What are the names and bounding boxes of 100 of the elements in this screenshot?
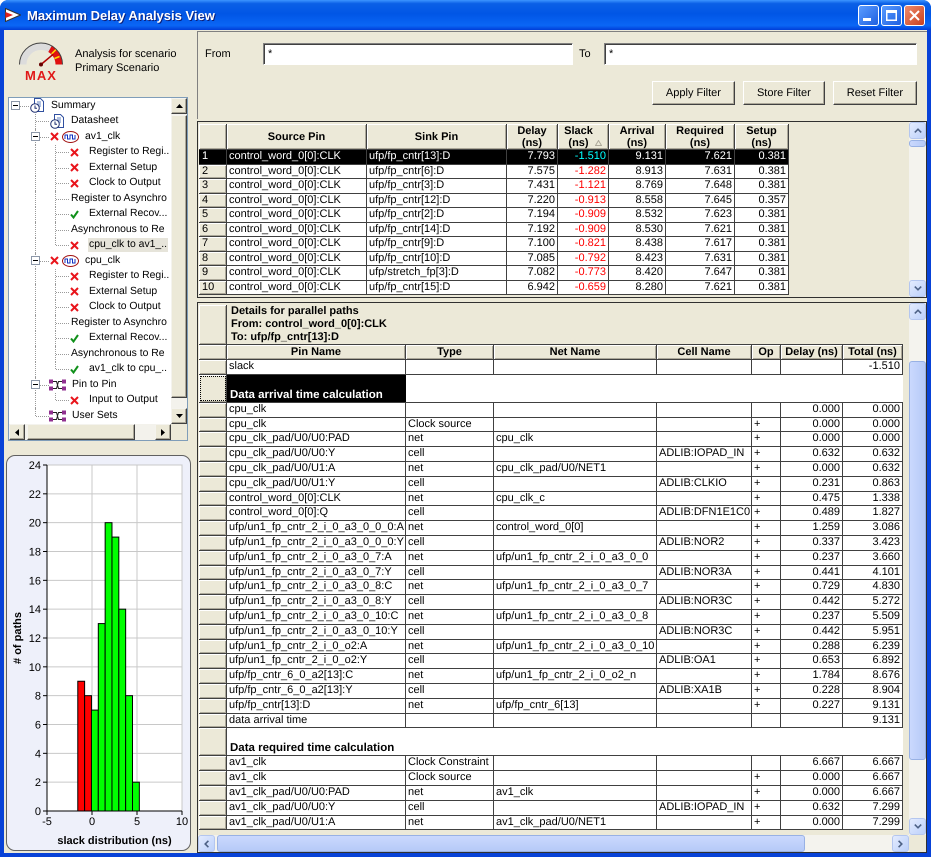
column-header[interactable]: Cell Name [657,345,752,359]
filter-button[interactable]: Store Filter [742,81,825,105]
row-header[interactable]: 6 [199,222,227,236]
tree-item[interactable]: Register to Asynchro [70,192,168,206]
table-row[interactable]: slack -1.510 [199,360,903,375]
row-header[interactable]: 5 [199,208,227,222]
vertical-scrollbar[interactable] [909,122,926,297]
collapse-icon[interactable] [31,380,40,390]
to-field[interactable]: * [604,43,917,65]
table-row[interactable]: ufp/un1_fp_cntr_2_i_0_a3_0_7:Y cell ADLIB:NOR3A + 0.441 4.101 [199,566,903,580]
tree-item[interactable]: Clock to Output [88,176,162,190]
table-row[interactable]: 3 control_word_0[0]:CLK ufp/fp_cntr[3]:D 7.431 -1.121 8.769 7.648 0.381 [199,179,789,194]
table-row[interactable]: ufp/un1_fp_cntr_2_i_0_a3_0_0_0:A net control_word_0[0] + 1.259 3.086 [199,521,903,536]
row-header[interactable] [199,402,227,417]
scrollbar-thumb[interactable] [909,140,926,147]
table-row[interactable]: cpu_clk 0.000 0.000 [199,402,903,418]
tree-item[interactable]: Input to Output [88,393,159,408]
row-header[interactable]: 7 [199,237,227,250]
row-header[interactable] [199,305,227,344]
table-row[interactable]: ufp/un1_fp_cntr_2_i_0_a3_0_8:Y cell ADLIB:NOR3C + 0.442 5.272 [199,595,903,610]
close-button[interactable] [904,4,925,26]
tree-item[interactable]: cpu_clk [84,254,122,268]
table-row[interactable]: ufp/un1_fp_cntr_2_i_0_a3_0_8:C net ufp/un1_fp_cntr_2_i_0_a3_0_7 + 0.729 4.830 [199,580,903,596]
row-header[interactable] [199,669,227,683]
table-row[interactable]: 1 control_word_0[0]:CLK ufp/fp_cntr[13]:D 7.793 -1.510 9.131 7.621 0.381 [199,150,789,164]
table-row[interactable]: ufp/un1_fp_cntr_2_i_0_a3_0_10:C net ufp/un1_fp_cntr_2_i_0_a3_0_8 + 0.237 5.509 [199,610,903,625]
tree-item[interactable]: External Recov... [88,207,168,222]
column-header[interactable]: Type [406,345,494,359]
column-header[interactable]: Delay (ns) [507,124,558,149]
row-header[interactable] [199,610,227,624]
table-row[interactable]: ufp/fp_cntr[13]:D net ufp/fp_cntr_6[13] + 0.227 9.131 [199,698,903,714]
column-header[interactable]: Source Pin [227,124,367,149]
tree-item[interactable]: Register to Regi.. [88,269,170,284]
column-header[interactable]: Arrival (ns) [609,124,666,149]
column-header[interactable]: Total (ns) [843,345,903,359]
tree-item[interactable]: External Setup [88,160,158,175]
table-row[interactable]: Data arrival time calculation [199,374,903,403]
tree-item[interactable]: Register to Regi.. [88,145,170,160]
row-header[interactable] [199,816,227,830]
tree-item[interactable]: External Setup [88,284,158,299]
row-header[interactable] [199,698,227,713]
table-row[interactable]: cpu_clk_pad/U0/U0:Y cell ADLIB:IOPAD_IN + 0.632 0.632 [199,447,903,462]
row-header[interactable] [199,684,227,698]
table-row[interactable]: cpu_clk_pad/U0/U1:A net cpu_clk_pad/U0/NET1 + 0.000 0.632 [199,462,903,477]
row-header[interactable] [199,566,227,580]
row-header[interactable] [199,447,227,461]
collapse-icon[interactable] [11,101,20,110]
table-row[interactable]: control_word_0[0]:CLK net cpu_clk_c + 0.475 1.338 [199,492,903,506]
row-header[interactable] [199,654,227,668]
row-header[interactable] [199,624,227,639]
row-header[interactable] [199,521,227,535]
row-header[interactable]: 10 [199,280,227,294]
column-header[interactable]: Slack (ns) [558,124,609,149]
table-row[interactable]: 9 control_word_0[0]:CLK ufp/stretch_fp[3]:D 7.082 -0.773 8.420 7.647 0.381 [199,266,789,280]
row-header[interactable] [199,536,227,550]
row-header[interactable] [199,374,227,402]
row-header[interactable] [199,714,227,728]
tree-item[interactable]: Pin to Pin [71,378,118,392]
maximize-button[interactable] [881,4,902,26]
table-row[interactable]: 4 control_word_0[0]:CLK ufp/fp_cntr[12]:D 7.220 -0.913 8.558 7.645 0.357 [199,194,789,208]
tree-item[interactable]: Datasheet [70,114,120,128]
table-row[interactable]: 2 control_word_0[0]:CLK ufp/fp_cntr[6]:D 7.575 -1.282 8.913 7.631 0.381 [199,164,789,179]
tree-item[interactable]: Clock to Output [88,300,162,314]
scrollbar-thumb[interactable] [217,835,805,852]
table-row[interactable]: av1_clk_pad/U0/U0:Y cell ADLIB:IOPAD_IN + 0.632 7.299 [199,800,903,816]
tree-item[interactable]: Register to Asynchro [70,316,168,330]
row-header[interactable] [199,786,227,800]
table-row[interactable]: av1_clk_pad/U0/U0:PAD net av1_clk + 0.000 6.667 [199,786,903,801]
table-row[interactable]: data arrival time 9.131 [199,714,903,728]
row-header[interactable] [199,550,227,565]
row-header[interactable] [199,492,227,506]
row-header[interactable] [199,432,227,446]
table-row[interactable]: av1_clk Clock Constraint 6.667 6.667 [199,756,903,772]
table-row[interactable]: cpu_clk_pad/U0/U1:Y cell ADLIB:CLKIO + 0.231 0.863 [199,476,903,492]
collapse-icon[interactable] [31,132,40,142]
column-header[interactable]: Net Name [494,345,657,359]
table-row[interactable]: ufp/un1_fp_cntr_2_i_0_a3_0_7:A net ufp/un1_fp_cntr_2_i_0_a3_0_0 + 0.237 3.660 [199,550,903,566]
tree-item[interactable]: av1_clk [84,130,122,144]
table-row[interactable]: 10 control_word_0[0]:CLK ufp/fp_cntr[15]:D 6.942 -0.659 8.280 7.621 0.381 [199,280,789,295]
row-header[interactable] [199,756,227,770]
collapse-icon[interactable] [31,256,40,266]
column-header[interactable]: Sink Pin [367,124,507,149]
table-row[interactable]: 7 control_word_0[0]:CLK ufp/fp_cntr[9]:D 7.100 -0.821 8.438 7.617 0.381 [199,237,789,252]
table-row[interactable]: control_word_0[0]:Q cell ADLIB:DFN1E1C0 + 0.489 1.827 [199,506,903,522]
row-header[interactable] [199,462,227,476]
row-header[interactable] [199,580,227,594]
row-header[interactable] [199,418,227,432]
column-header[interactable]: Op [752,345,781,359]
table-row[interactable]: cpu_clk_pad/U0/U0:PAD net cpu_clk + 0.000 0.000 [199,432,903,448]
column-header[interactable]: Delay (ns) [781,345,843,359]
tree-item[interactable]: Summary [50,98,96,113]
row-header[interactable]: 8 [199,252,227,265]
table-row[interactable]: cpu_clk Clock source + 0.000 0.000 [199,418,903,432]
tree-item[interactable]: Asynchronous to Re [70,346,166,361]
tree-item[interactable]: av1_clk to cpu_.. [88,362,168,376]
column-header[interactable]: Setup (ns) [735,124,789,149]
row-header[interactable] [199,728,227,756]
table-row[interactable]: av1_clk Clock source + 0.000 6.667 [199,771,903,786]
table-row[interactable]: 5 control_word_0[0]:CLK ufp/fp_cntr[2]:D 7.194 -0.909 8.532 7.623 0.381 [199,208,789,222]
table-row[interactable]: 6 control_word_0[0]:CLK ufp/fp_cntr[14]:D 7.192 -0.909 8.530 7.621 0.381 [199,222,789,237]
